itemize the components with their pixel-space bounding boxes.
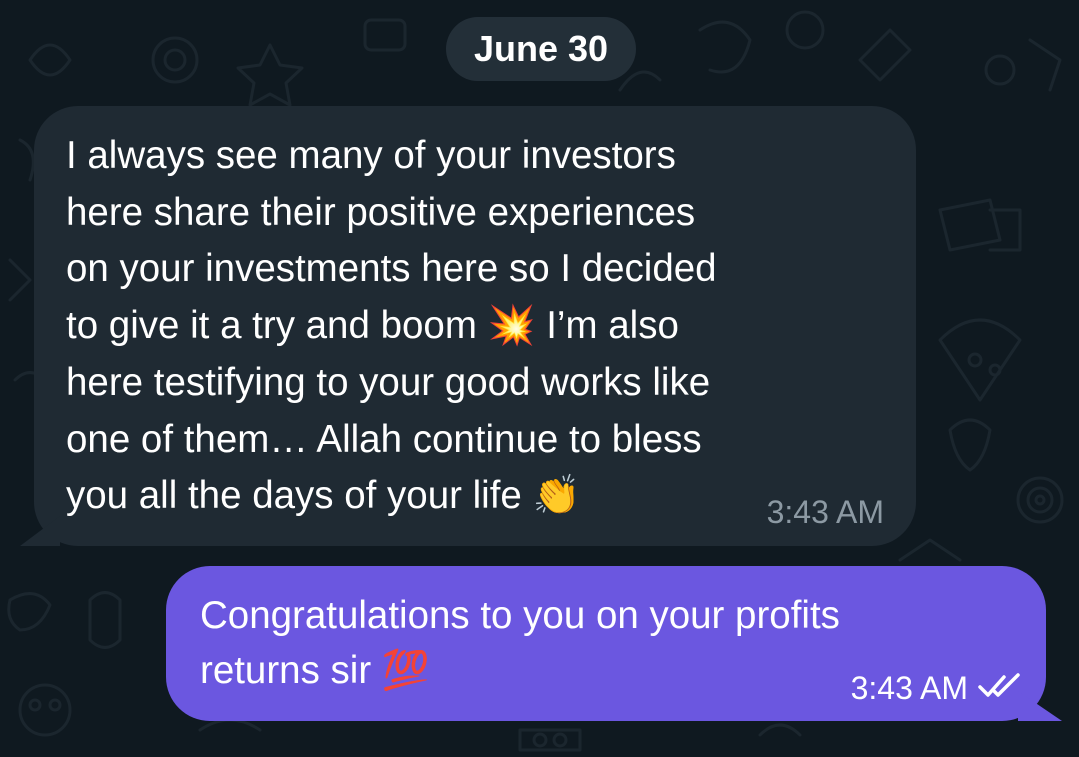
incoming-message-bubble[interactable]: I always see many of your investors here… <box>20 106 916 546</box>
message-timestamp: 3:43 AM <box>850 670 968 706</box>
message-timestamp: 3:43 AM <box>766 494 884 530</box>
date-separator-label: June 30 <box>473 28 609 69</box>
message-text: I always see many of your investors here… <box>66 134 717 518</box>
message-meta: 3:43 AM <box>851 670 1024 707</box>
double-check-icon <box>978 672 1024 705</box>
date-separator: June 30 <box>446 17 636 81</box>
outgoing-message-bubble[interactable]: Congratulations to you on your profits r… <box>166 566 1062 721</box>
